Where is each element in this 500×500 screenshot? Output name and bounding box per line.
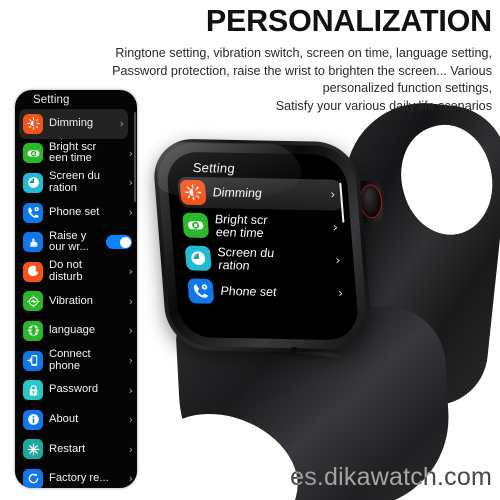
watch-settings-row-label-line2: ration (217, 257, 251, 273)
settings-row-password[interactable]: Password › (15, 375, 137, 405)
settings-panel[interactable]: Setting Dimming › Bright scr een time › Scree… (15, 90, 137, 488)
settings-row-label-line2: een time (49, 152, 92, 165)
smartwatch-product-photo: Setting Dimming › Bright scr een time › Scree… (137, 95, 500, 500)
settings-row-label-line2: our wr... (49, 241, 89, 254)
lock-icon (23, 380, 43, 401)
settings-row-connect[interactable]: Connect phone › (15, 346, 137, 376)
chevron-right-icon: › (334, 253, 342, 269)
settings-row-dimming[interactable]: Dimming › (19, 109, 128, 139)
watch-settings-list[interactable]: Dimming › Bright scr een time › Screen du rati… (177, 176, 351, 310)
watch-case-rim: Setting Dimming › Bright scr een time › Scree… (155, 142, 370, 350)
bright-screen-icon (23, 143, 43, 164)
page-description: Ringtone setting, vibration switch, scre… (90, 45, 492, 115)
settings-row-screen-du[interactable]: Screen du ration › (15, 168, 137, 198)
brightness-icon (179, 179, 207, 206)
watch-settings-row-label-line2: een time (215, 224, 265, 240)
watch-settings-row-label: Bright scr een time (214, 212, 334, 241)
settings-row-vibration[interactable]: Vibration › (15, 287, 137, 317)
settings-row-label: Raise y our wr... (49, 231, 106, 254)
settings-row-label: Screen du ration (49, 171, 124, 194)
watch-screen[interactable]: Setting Dimming › Bright scr een time › Scree… (165, 151, 360, 341)
settings-list[interactable]: Dimming › Bright scr een time › Screen du rati… (15, 109, 137, 488)
product-infographic: Setting Dimming › Bright scr een time › Scree… (0, 0, 500, 500)
vibration-icon (23, 291, 43, 312)
watch-settings-row-label: Phone set (219, 284, 278, 300)
chevron-right-icon: › (128, 383, 133, 397)
watch-case: Setting Dimming › Bright scr een time › Scree… (151, 138, 374, 354)
phone-settings-icon (23, 202, 43, 223)
phone-settings-icon (187, 278, 215, 304)
restart-icon (23, 439, 43, 460)
settings-scrollbar[interactable] (133, 112, 136, 202)
globe-icon (23, 320, 43, 341)
settings-row-raise-y[interactable]: Raise y our wr... (15, 227, 137, 257)
page-description-line: Satisfy your various daily life scenario… (275, 98, 492, 113)
chevron-right-icon: › (128, 442, 133, 456)
raise-wrist-icon (23, 232, 43, 253)
clock-icon (184, 245, 212, 271)
chevron-right-icon: › (128, 265, 133, 279)
moon-icon (23, 261, 43, 282)
settings-row-label: Restart (49, 443, 86, 455)
chevron-right-icon: › (128, 146, 133, 160)
watch-settings-row-bright-scr[interactable]: Bright scr een time › (180, 210, 346, 244)
watch-settings-row-phone-set[interactable]: Phone set › (185, 275, 351, 309)
settings-row-do-not[interactable]: Do not disturb › (15, 257, 137, 287)
settings-row-label-line2: ration (49, 181, 77, 194)
page-description-line: personalized function settings, (322, 81, 492, 96)
settings-row-label: Phone set (49, 206, 100, 218)
brightness-icon (23, 113, 43, 134)
settings-row-label: language (49, 325, 96, 337)
settings-row-label-line2: phone (49, 359, 81, 372)
chevron-right-icon: › (128, 294, 133, 308)
watch-screen-title: Setting (192, 160, 236, 176)
header-block: PERSONALIZATION Ringtone setting, vibrat… (90, 4, 492, 115)
settings-row-label: Password (49, 384, 99, 396)
chevron-right-icon: › (128, 413, 133, 427)
chevron-right-icon: › (128, 206, 133, 220)
clock-icon (23, 172, 43, 193)
page-description-line: Ringtone setting, vibration switch, scre… (115, 46, 492, 60)
chevron-right-icon: › (128, 354, 133, 368)
settings-row-toggle[interactable] (106, 235, 132, 250)
site-watermark: es.dikawatch.com (290, 463, 492, 491)
chevron-right-icon: › (128, 324, 133, 338)
watch-settings-row-dimming[interactable]: Dimming › (177, 176, 344, 211)
bright-screen-icon (182, 212, 210, 239)
settings-row-label: Vibration (49, 295, 93, 307)
settings-panel-title: Setting (33, 94, 70, 106)
settings-row-label: Dimming (49, 118, 94, 129)
info-icon (23, 409, 43, 430)
settings-row-label: Bright scr een time (49, 142, 124, 165)
page-description-line: Password protection, raise the wrist to … (112, 63, 492, 78)
chevron-right-icon: › (332, 220, 339, 236)
settings-row-label: Do not disturb (49, 260, 124, 283)
settings-row-about[interactable]: About › (15, 405, 137, 435)
settings-row-phone-set[interactable]: Phone set › (15, 198, 137, 228)
watch-settings-row-label: Dimming (212, 185, 263, 201)
settings-row-restart[interactable]: Restart › (15, 435, 137, 465)
connect-phone-icon (23, 350, 43, 371)
settings-row-language[interactable]: language › (15, 316, 137, 346)
settings-row-label: About (49, 413, 79, 425)
chevron-right-icon: › (119, 117, 124, 131)
chevron-right-icon: › (128, 176, 133, 190)
settings-row-label: Connect phone (49, 349, 124, 372)
watch-settings-row-screen-du[interactable]: Screen du ration › (182, 242, 348, 276)
watch-settings-row-label: Screen du ration (217, 245, 337, 274)
settings-row-label-line2: disturb (49, 270, 83, 283)
toggle-knob (119, 236, 131, 248)
chevron-right-icon: › (337, 286, 344, 302)
page-title: PERSONALIZATION (205, 4, 492, 38)
settings-row-bright-scr[interactable]: Bright scr een time › (15, 139, 137, 169)
